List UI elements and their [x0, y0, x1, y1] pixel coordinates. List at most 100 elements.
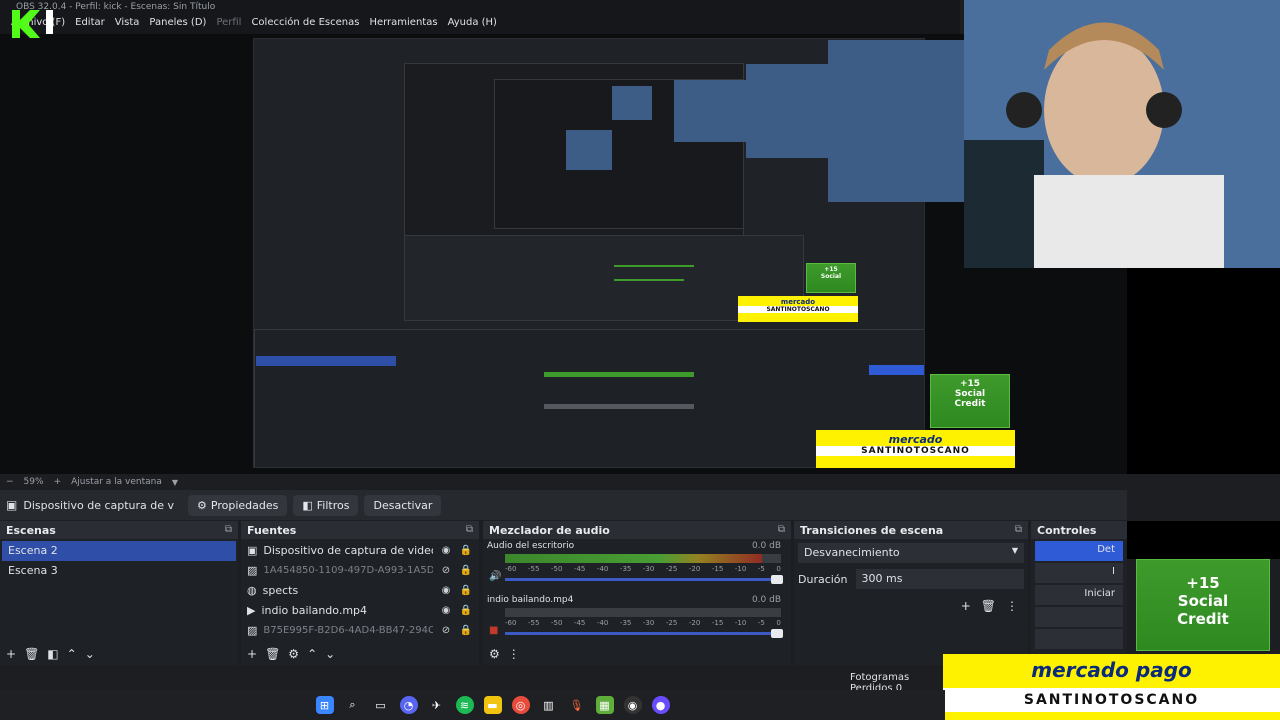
chrome-icon[interactable]: ◎ — [511, 696, 530, 714]
lock-icon[interactable]: 🔒 — [459, 605, 473, 616]
camera-icon: ▣ — [6, 498, 18, 512]
eye-hidden-icon[interactable]: ⊘ — [439, 565, 453, 576]
camera-icon: ▣ — [247, 543, 258, 557]
control-button[interactable] — [1035, 629, 1123, 649]
source-item[interactable]: ▶ indio bailando.mp4 ◉ 🔒 — [241, 600, 479, 620]
sources-dock: Fuentes ⧉ ▣ Dispositivo de captura de vid… — [241, 521, 479, 665]
lock-icon[interactable]: 🔒 — [459, 585, 473, 596]
chevron-up-icon[interactable]: ⌃ — [67, 647, 77, 661]
social-credit-overlay: +15 Social Credit — [930, 374, 1010, 428]
dock-menu-icon[interactable]: ⧉ — [778, 524, 785, 536]
channel-name: indio bailando.mp4 — [487, 595, 574, 605]
trash-icon[interactable]: 🗑 — [24, 647, 39, 661]
eye-icon[interactable]: ◉ — [439, 605, 453, 616]
zoom-fit-select[interactable]: Ajustar a la ventana — [71, 477, 162, 487]
add-icon[interactable]: + — [247, 647, 257, 661]
filter-icon[interactable]: ◧ — [47, 647, 58, 661]
eye-hidden-icon[interactable]: ⊘ — [439, 625, 453, 636]
deactivate-button[interactable]: Desactivar — [364, 494, 442, 516]
social-credit-overlay: +15 Social Credit — [1136, 559, 1270, 651]
zoom-in-button[interactable]: + — [54, 477, 62, 487]
menu-profile[interactable]: Perfil — [211, 14, 246, 34]
scene-item[interactable]: Escena 3 — [2, 561, 236, 581]
menu-scene-collection[interactable]: Colección de Escenas — [246, 14, 364, 34]
source-item[interactable]: ▣ Dispositivo de captura de video ◉ 🔒 — [241, 540, 479, 560]
social-credit-overlay: +15 Social — [806, 263, 856, 293]
slider-handle[interactable] — [771, 629, 783, 638]
control-button[interactable]: Det — [1035, 541, 1123, 561]
volume-slider[interactable] — [505, 629, 783, 638]
steam-icon[interactable]: ✈ — [428, 696, 446, 714]
scene-item[interactable]: Escena 2 — [2, 541, 236, 561]
status-bar: Fotogramas Perdidos 0 — [0, 665, 945, 694]
minecraft-icon[interactable]: ▦ — [595, 696, 614, 714]
source-item[interactable]: ▨ 1A454850-1109-497D-A993-1A5D2C7DB164 ⊘… — [241, 560, 479, 580]
eye-icon[interactable]: ◉ — [439, 585, 453, 596]
mercado-pago-overlay: mercado SANTINOTOSCANO — [816, 430, 1015, 468]
lock-icon[interactable]: 🔒 — [459, 545, 473, 556]
trash-icon[interactable]: 🗑 — [981, 599, 996, 613]
kick-logo — [8, 6, 62, 42]
filter-icon: ◧ — [302, 498, 313, 512]
muted-speaker-icon[interactable]: ■ — [489, 625, 498, 636]
zoom-out-button[interactable]: − — [6, 477, 14, 487]
volume-slider[interactable] — [505, 575, 783, 584]
taskbar: ⊞ ⌕ ▭ ◔ ✈ ≋ ▬ ◎ ▥ 🎙 ▦ ◉ ● — [0, 690, 945, 720]
source-item[interactable]: ◍ spects ◉ 🔒 — [241, 580, 479, 600]
slider-handle[interactable] — [771, 575, 783, 584]
menu-help[interactable]: Ayuda (H) — [443, 14, 502, 34]
mercado-pago-overlay: mercado pago SANTINOTOSCANO — [943, 654, 1280, 720]
menu-edit[interactable]: Editar — [70, 14, 110, 34]
mixer-settings-icon[interactable]: ⚙ — [489, 647, 500, 661]
audio-icon[interactable]: ▥ — [540, 696, 558, 714]
dock-menu-icon[interactable]: ⧉ — [466, 524, 473, 536]
trash-icon[interactable]: 🗑 — [265, 647, 280, 661]
webcam-frame — [674, 80, 746, 142]
more-icon[interactable]: ⋮ — [1006, 599, 1018, 613]
control-button[interactable]: Iniciar — [1035, 585, 1123, 605]
control-button[interactable] — [1035, 607, 1123, 627]
properties-button[interactable]: ⚙ Propiedades — [188, 494, 288, 516]
webcam-frame — [828, 40, 964, 202]
duration-input[interactable]: 300 ms — [855, 569, 1024, 589]
channel-db: 0.0 dB — [751, 541, 781, 551]
control-button[interactable]: I — [1035, 563, 1123, 583]
filters-button[interactable]: ◧ Filtros — [293, 494, 359, 516]
task-view-icon[interactable]: ▭ — [372, 696, 390, 714]
preview-canvas[interactable]: +15 Social +15 Social Credit mercado SANT… — [0, 0, 1280, 474]
speaker-icon[interactable]: 🔊 — [489, 571, 501, 582]
chevron-down-icon[interactable]: ⌄ — [325, 647, 335, 661]
lock-icon[interactable]: 🔒 — [459, 625, 473, 636]
menu-view[interactable]: Vista — [110, 14, 145, 34]
add-icon[interactable]: + — [961, 599, 971, 613]
gear-icon[interactable]: ⚙ — [288, 647, 299, 661]
obs-icon[interactable]: ◉ — [623, 696, 642, 714]
add-icon[interactable]: + — [6, 647, 16, 661]
menu-docks[interactable]: Paneles (D) — [144, 14, 211, 34]
lock-icon[interactable]: 🔒 — [459, 565, 473, 576]
chevron-up-icon[interactable]: ⌃ — [307, 647, 317, 661]
chevron-down-icon[interactable]: ▼ — [172, 478, 178, 487]
source-item[interactable]: ▨ B75E995F-B2D6-4AD4-BB47-294CE1F69CF8 ⊘… — [241, 620, 479, 640]
window-title: OBS 32.0.4 - Perfil: kick - Escenas: Sin… — [0, 0, 960, 14]
eye-icon[interactable]: ◉ — [439, 545, 453, 556]
folder-icon[interactable]: ▬ — [483, 696, 502, 714]
meter-fill — [505, 554, 762, 563]
dock-menu-icon[interactable]: ⧉ — [1015, 524, 1022, 536]
spotify-icon[interactable]: ≋ — [455, 696, 474, 714]
mic-icon[interactable]: 🎙 — [568, 696, 586, 714]
app-icon[interactable]: ● — [651, 696, 670, 714]
windows-icon[interactable]: ⊞ — [315, 696, 334, 714]
source-toolbar: ▣ Dispositivo de captura de v ⚙ Propieda… — [0, 490, 1127, 520]
search-icon[interactable]: ⌕ — [344, 696, 362, 714]
discord-icon[interactable]: ◔ — [399, 696, 418, 714]
transition-select[interactable]: Desvanecimiento ▼ — [798, 543, 1024, 563]
audio-mixer-dock: Mezclador de audio ⧉ Audio del escritorio… — [483, 521, 791, 665]
menu-bar: Archivo (F) Editar Vista Paneles (D) Per… — [0, 14, 960, 34]
gear-icon: ⚙ — [197, 498, 207, 512]
chevron-down-icon[interactable]: ⌄ — [85, 647, 95, 661]
dock-menu-icon[interactable]: ⧉ — [225, 524, 232, 536]
channel-name: Audio del escritorio — [487, 541, 575, 551]
more-icon[interactable]: ⋮ — [508, 647, 520, 661]
menu-tools[interactable]: Herramientas — [364, 14, 442, 34]
